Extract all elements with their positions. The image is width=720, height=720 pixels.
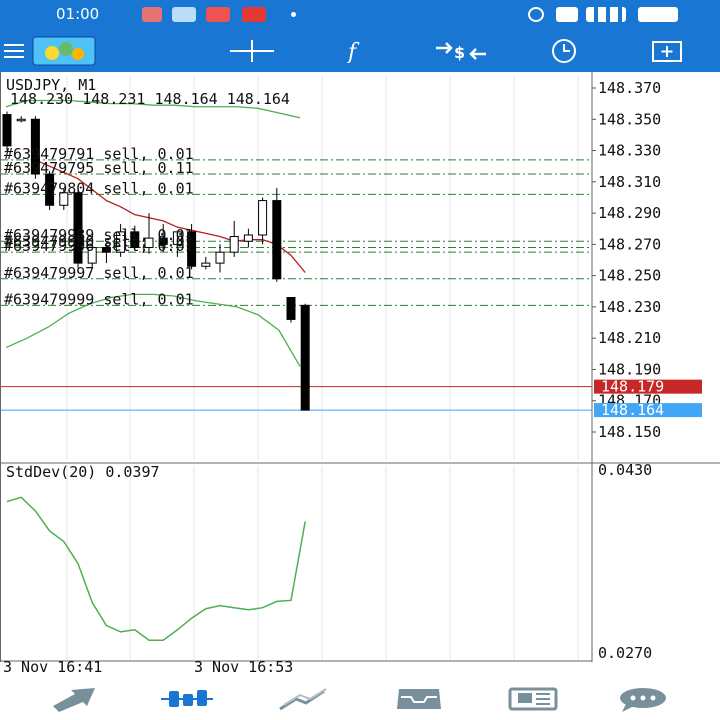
candle-body xyxy=(258,200,268,236)
new-order-button[interactable] xyxy=(644,30,690,72)
order-labels: #639479791 sell, 0.01#639479795 sell, 0.… xyxy=(4,145,194,308)
chart-canvas[interactable]: #639479791 sell, 0.01#639479795 sell, 0.… xyxy=(0,72,720,678)
indicator-label-high: 0.0430 xyxy=(598,461,652,479)
nav-trade[interactable] xyxy=(268,678,338,720)
app-icon xyxy=(242,7,266,22)
news-icon xyxy=(508,687,558,711)
clock-icon xyxy=(552,39,576,63)
chart-area[interactable]: #639479791 sell, 0.01 #639479795 sell, 0.… xyxy=(0,72,720,678)
nav-chart[interactable] xyxy=(152,678,222,720)
stddev-line xyxy=(6,496,306,642)
candle-body xyxy=(2,114,12,147)
ohlc-values: 148.230 148.231 148.164 148.164 xyxy=(10,90,290,108)
candle-body xyxy=(215,251,225,264)
trade-button[interactable]: $ xyxy=(432,30,490,72)
candle-body xyxy=(16,118,26,122)
indicators-button[interactable]: f xyxy=(336,30,376,72)
function-icon: f xyxy=(346,40,360,63)
indicator-label-low: 0.0270 xyxy=(598,644,652,662)
add-order-icon xyxy=(652,41,682,62)
bid-price-label: 148.179 xyxy=(601,378,664,396)
gallery-icon xyxy=(172,7,196,22)
app-logo[interactable] xyxy=(32,30,96,72)
price-label: 148.190 xyxy=(598,360,661,378)
toolbar: f $ xyxy=(0,30,720,72)
crosshair-icon xyxy=(230,40,274,62)
order-label: #639479996 sell, 0.01 xyxy=(4,237,194,255)
price-label: 148.310 xyxy=(598,173,661,191)
svg-text:f: f xyxy=(346,40,360,63)
candle-body xyxy=(272,200,282,280)
crosshair-button[interactable] xyxy=(228,30,276,72)
alarm-icon xyxy=(528,7,544,22)
stddev-indicator xyxy=(6,496,306,642)
ask-price-label: 148.164 xyxy=(601,401,664,419)
nav-quotes[interactable] xyxy=(40,678,110,720)
price-label: 148.350 xyxy=(598,110,661,128)
status-bar: 01:00 xyxy=(0,0,720,30)
status-time: 01:00 xyxy=(56,5,100,23)
candle-body xyxy=(243,234,253,242)
order-lines xyxy=(0,159,592,411)
price-label: 148.230 xyxy=(598,298,661,316)
price-label: 148.250 xyxy=(598,267,661,285)
inbox-icon xyxy=(397,689,441,709)
order-label: #639479999 sell, 0.01 xyxy=(4,290,194,308)
nav-history[interactable] xyxy=(384,678,454,720)
candle-body xyxy=(286,297,296,320)
news-icon xyxy=(206,7,230,22)
hd-icon xyxy=(556,7,578,22)
dot-icon xyxy=(291,12,296,17)
bottom-nav xyxy=(0,678,720,720)
nav-chat[interactable] xyxy=(608,678,678,720)
timeframe-button[interactable] xyxy=(540,30,588,72)
battery-icon xyxy=(638,7,678,22)
price-label: 148.330 xyxy=(598,142,661,160)
time-label-1: 3 Nov 16:41 xyxy=(3,658,102,676)
indicator-title: StdDev(20) 0.0397 xyxy=(6,463,160,481)
notification-icon xyxy=(142,7,162,22)
price-label: 148.150 xyxy=(598,423,661,441)
price-label: 148.210 xyxy=(598,329,661,347)
signal-icon xyxy=(586,7,626,22)
trade-icon: $ xyxy=(436,42,486,62)
svg-text:$: $ xyxy=(454,43,465,62)
price-label: 148.370 xyxy=(598,79,661,97)
candle-body xyxy=(229,236,239,253)
candle-body xyxy=(300,304,310,411)
time-label-2: 3 Nov 16:53 xyxy=(194,658,293,676)
candles-nav-icon xyxy=(161,690,213,707)
order-label: #639479795 sell, 0.11 xyxy=(4,159,194,177)
quotes-icon xyxy=(53,688,95,712)
price-axis: 148.370 148.350 148.330 148.310 148.290 148.2… xyxy=(592,79,702,441)
menu-button[interactable] xyxy=(0,30,28,72)
order-label: #639479997 sell, 0.01 xyxy=(4,264,194,282)
chat-icon xyxy=(620,688,666,712)
trade-nav-icon xyxy=(279,688,327,711)
candle-body xyxy=(201,262,211,267)
menu-icon xyxy=(4,44,24,58)
nav-news[interactable] xyxy=(498,678,568,720)
logo-icon xyxy=(32,36,96,66)
order-label: #639479804 sell, 0.01 xyxy=(4,179,194,197)
price-label: 148.290 xyxy=(598,204,661,222)
price-label: 148.270 xyxy=(598,235,661,253)
